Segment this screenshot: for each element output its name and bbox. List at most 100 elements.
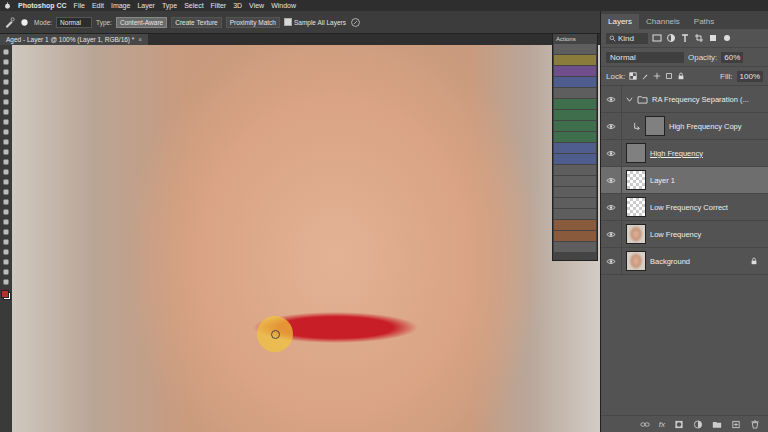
action-row[interactable] [554,242,596,252]
layer-row[interactable]: Low Frequency Correct [601,194,768,221]
tool-icon[interactable] [2,198,10,206]
link-icon[interactable] [640,420,650,429]
layer-row[interactable]: High Frequency [601,140,768,167]
panel-tab[interactable]: Paths [687,14,721,29]
layer-name[interactable]: Low Frequency Correct [650,203,728,212]
layer-row[interactable]: Layer 1 [601,167,768,194]
mask-icon[interactable] [674,420,684,429]
tool-icon[interactable] [2,138,10,146]
fx-button[interactable]: fx [659,420,665,429]
tool-icon[interactable] [2,78,10,86]
layer-row[interactable]: Low Frequency [601,221,768,248]
type-option[interactable]: Content-Aware [116,17,167,28]
tool-icon[interactable] [2,248,10,256]
eye-icon[interactable] [606,231,616,238]
tool-icon[interactable] [2,168,10,176]
action-row[interactable] [554,44,596,54]
eye-icon[interactable] [606,123,616,130]
action-row[interactable] [554,88,596,98]
tool-icon[interactable] [2,188,10,196]
tool-icon[interactable] [2,268,10,276]
tool-icon[interactable] [2,158,10,166]
adjustment-icon[interactable] [693,420,703,429]
blend-mode-dropdown[interactable]: Normal [606,52,684,63]
action-row[interactable] [554,176,596,186]
lock-position-icon[interactable] [653,72,661,80]
shape-filter-icon[interactable] [694,33,704,43]
layer-name[interactable]: High Frequency Copy [669,122,742,131]
layer-name[interactable]: Layer 1 [650,176,675,185]
action-row[interactable] [554,110,596,120]
menu-item[interactable]: Edit [92,2,104,9]
tool-icon[interactable] [2,58,10,66]
tool-icon[interactable] [2,238,10,246]
tool-icon[interactable] [2,48,10,56]
panel-tab[interactable]: Channels [639,14,687,29]
filter-dropdown[interactable]: Kind [606,33,648,44]
action-row[interactable] [554,77,596,87]
trash-icon[interactable] [750,420,760,429]
menu-item[interactable]: Image [111,2,130,9]
mode-dropdown[interactable]: Normal [56,17,92,28]
menu-item[interactable]: File [74,2,85,9]
spot-healing-brush-icon[interactable] [4,17,15,28]
sample-all-checkbox[interactable]: Sample All Layers [284,18,346,26]
pressure-icon[interactable] [350,17,361,28]
action-row[interactable] [554,132,596,142]
action-row[interactable] [554,187,596,197]
adjustment-filter-icon[interactable] [666,33,676,43]
action-row[interactable] [554,121,596,131]
tool-icon[interactable] [2,278,10,286]
action-row[interactable] [554,220,596,230]
tool-icon[interactable] [2,68,10,76]
type-option[interactable]: Proximity Match [226,17,280,28]
app-name[interactable]: Photoshop CC [18,2,67,9]
smart-object-filter-icon[interactable] [708,33,718,43]
type-option[interactable]: Create Texture [171,17,222,28]
tool-icon[interactable] [2,148,10,156]
lock-all-icon[interactable] [677,72,685,80]
menu-item[interactable]: Window [271,2,296,9]
fill-field[interactable]: 100% [737,71,763,82]
action-row[interactable] [554,143,596,153]
new-group-icon[interactable] [712,420,722,429]
tool-icon[interactable] [2,258,10,266]
layer-row[interactable]: RA Frequency Separation (... [601,86,768,113]
action-row[interactable] [554,198,596,208]
menu-item[interactable]: Layer [137,2,155,9]
opacity-field[interactable]: 60% [721,52,743,63]
tool-icon[interactable] [2,178,10,186]
action-row[interactable] [554,165,596,175]
action-row[interactable] [554,55,596,65]
brush-preset-icon[interactable] [19,17,30,28]
lock-transparency-icon[interactable] [629,72,637,80]
canvas[interactable] [12,45,600,432]
eye-icon[interactable] [606,258,616,265]
chevron-icon[interactable] [626,96,633,103]
tool-icon[interactable] [2,128,10,136]
action-row[interactable] [554,231,596,241]
tool-icon[interactable] [2,98,10,106]
action-row[interactable] [554,66,596,76]
action-row[interactable] [554,99,596,109]
menu-item[interactable]: Filter [211,2,227,9]
tool-icon[interactable] [2,208,10,216]
filter-toggle-icon[interactable] [722,33,732,43]
eye-icon[interactable] [606,150,616,157]
eye-icon[interactable] [606,204,616,211]
layer-name[interactable]: RA Frequency Separation (... [652,95,749,104]
menu-item[interactable]: View [249,2,264,9]
tool-icon[interactable] [2,228,10,236]
apple-icon[interactable] [4,2,11,9]
action-row[interactable] [554,154,596,164]
menu-item[interactable]: Type [162,2,177,9]
layer-name[interactable]: Low Frequency [650,230,701,239]
layer-row[interactable]: Background [601,248,768,275]
color-swatches[interactable] [1,290,11,300]
panel-tab[interactable]: Layers [601,14,639,29]
layer-name[interactable]: High Frequency [650,149,703,158]
document-tab[interactable]: Aged - Layer 1 @ 100% (Layer 1, RGB/16) … [0,34,148,45]
menu-item[interactable]: Select [184,2,203,9]
lock-artboard-icon[interactable] [665,72,673,80]
tool-icon[interactable] [2,118,10,126]
